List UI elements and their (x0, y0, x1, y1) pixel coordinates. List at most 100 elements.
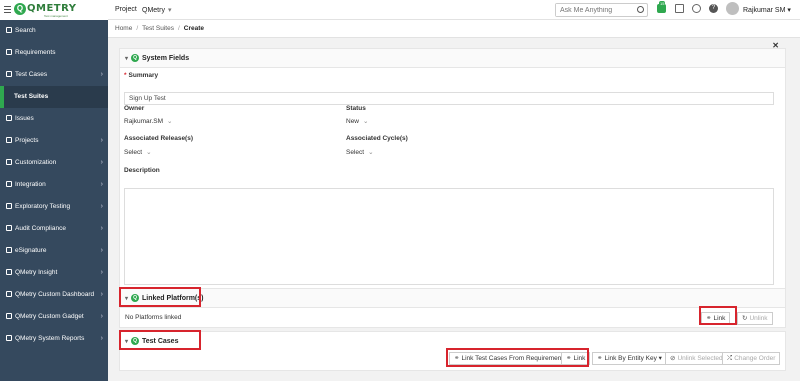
chevron-right-icon: › (100, 71, 103, 78)
main-content: Home / Test Suites / Create ✕ ▾ Q System Field… (108, 20, 800, 381)
sidebar-item-label: Exploratory Testing (15, 203, 71, 210)
description-field[interactable] (124, 188, 774, 285)
sidebar-item-projects[interactable]: Projects › (0, 130, 108, 152)
link-by-entity-key-button[interactable]: ⚭ Link By Entity Key ▾ (592, 352, 667, 365)
cycle-label: Associated Cycle(s) (346, 135, 408, 142)
sidebar-item-label: QMetry System Reports (15, 335, 85, 342)
sidebar-item-test-suites[interactable]: Test Suites (0, 86, 108, 108)
list-icon (6, 225, 12, 232)
sidebar-item-custom-gadget[interactable]: QMetry Custom Gadget › (0, 306, 108, 328)
sidebar-item-requirements[interactable]: Requirements (0, 42, 108, 64)
sidebar-item-custom-dashboard[interactable]: QMetry Custom Dashboard › (0, 284, 108, 306)
sidebar: Search Requirements Test Cases › Test Sui… (0, 20, 108, 381)
sidebar-item-qmetry-insight[interactable]: QMetry Insight › (0, 262, 108, 284)
sidebar-item-issues[interactable]: Issues (0, 108, 108, 130)
linked-platforms-panel: ▾ Q Linked Platform(s) No Platforms linked… (119, 288, 786, 328)
highlight-linked-platforms (119, 287, 201, 307)
logo-text: QMETRY (27, 3, 77, 14)
breadcrumb: Home / Test Suites / Create (108, 20, 800, 38)
chat-icon[interactable] (692, 4, 701, 13)
sidebar-item-label: Test Cases (15, 71, 48, 78)
project-name: QMetry (142, 7, 165, 14)
sidebar-item-system-reports[interactable]: QMetry System Reports › (0, 328, 108, 350)
system-fields-header[interactable]: ▾ Q System Fields (120, 49, 785, 68)
section-icon: Q (131, 54, 140, 63)
platforms-body: No Platforms linked ⚭ Link ↻ Unlink (120, 308, 785, 328)
notification-count: 15 (659, 1, 666, 6)
release-label: Associated Release(s) (124, 135, 194, 142)
summary-field[interactable]: Sign Up Test (124, 92, 774, 105)
help-icon[interactable]: ? (709, 4, 718, 13)
sidebar-item-test-cases[interactable]: Test Cases › (0, 64, 108, 86)
sidebar-item-label: Projects (15, 137, 39, 144)
sidebar-item-label: Test Suites (14, 93, 49, 100)
system-fields-title: System Fields (142, 55, 190, 62)
project-selector[interactable]: QMetry ▾ (142, 6, 171, 14)
sidebar-item-label: Issues (15, 115, 34, 122)
breadcrumb-home[interactable]: Home (115, 25, 132, 32)
unlink-selected-button[interactable]: ⊘ Unlink Selected (665, 352, 728, 365)
search-icon (6, 27, 12, 34)
search-box[interactable] (555, 3, 648, 17)
sidebar-item-label: Search (15, 27, 36, 34)
sidebar-item-label: QMetry Custom Gadget (15, 313, 84, 320)
chevron-right-icon: › (100, 225, 103, 232)
breadcrumb-test-suites[interactable]: Test Suites (142, 25, 174, 32)
gear-icon (6, 313, 12, 320)
project-label: Project (115, 6, 137, 13)
release-select[interactable]: Select ⌄ (124, 148, 152, 156)
gear-icon (6, 181, 12, 188)
dashboard-icon (6, 291, 12, 298)
report-icon (6, 335, 12, 342)
sidebar-item-label: eSignature (15, 247, 47, 254)
no-platforms-text: No Platforms linked (125, 314, 182, 321)
change-order-button[interactable]: ⤮ Change Order (722, 352, 781, 365)
sidebar-item-label: Customization (15, 159, 57, 166)
link-icon: ⚭ (597, 355, 603, 362)
search-input[interactable] (556, 4, 634, 16)
chevron-right-icon: › (100, 159, 103, 166)
status-label: Status (346, 105, 366, 112)
sidebar-item-integration[interactable]: Integration › (0, 174, 108, 196)
sidebar-item-esignature[interactable]: eSignature › (0, 240, 108, 262)
search-icon[interactable] (637, 6, 644, 13)
sidebar-item-exploratory-testing[interactable]: Exploratory Testing › (0, 196, 108, 218)
unlink-icon: ⊘ (670, 355, 676, 362)
chevron-right-icon: › (100, 203, 103, 210)
sidebar-item-audit-compliance[interactable]: Audit Compliance › (0, 218, 108, 240)
chart-icon (6, 269, 12, 276)
platform-unlink-button[interactable]: ↻ Unlink (737, 312, 773, 325)
sidebar-item-search[interactable]: Search (0, 20, 108, 42)
edit-icon (6, 247, 12, 254)
status-select[interactable]: New ⌄ (346, 117, 368, 125)
highlight-test-cases (119, 330, 201, 350)
linked-platforms-header[interactable]: ▾ Q Linked Platform(s) (120, 289, 785, 308)
chevron-right-icon: › (100, 247, 103, 254)
owner-select[interactable]: Rajkumar.SM ⌄ (124, 117, 172, 125)
top-header: Q QMETRY Test management Project QMetry ▾… (0, 0, 800, 20)
unlink-icon: ↻ (742, 315, 748, 322)
summary-label: * Summary (124, 72, 159, 79)
sidebar-item-customization[interactable]: Customization › (0, 152, 108, 174)
chevron-right-icon: › (100, 335, 103, 342)
chevron-right-icon: › (100, 269, 103, 276)
avatar[interactable] (726, 2, 739, 15)
gear-icon (6, 137, 12, 144)
sidebar-item-label: Integration (15, 181, 46, 188)
chevron-down-icon: ⌄ (368, 149, 374, 156)
chevron-right-icon: › (100, 181, 103, 188)
wrench-icon (6, 159, 12, 166)
list-icon (6, 115, 12, 122)
chevron-down-icon: ⌄ (363, 118, 369, 125)
calendar-icon[interactable] (675, 4, 684, 13)
cycle-select[interactable]: Select ⌄ (346, 148, 374, 156)
gear-icon (6, 203, 12, 210)
highlight-platform-link (699, 306, 737, 325)
chevron-down-icon: ▾ (125, 56, 129, 62)
logo-area: Q QMETRY Test management (0, 0, 108, 20)
logo-subtext: Test management (44, 14, 68, 18)
menu-icon[interactable] (4, 6, 11, 13)
sidebar-item-label: Audit Compliance (15, 225, 66, 232)
description-label: Description (124, 167, 160, 174)
user-menu[interactable]: Rajkumar SM ▾ (743, 6, 791, 14)
